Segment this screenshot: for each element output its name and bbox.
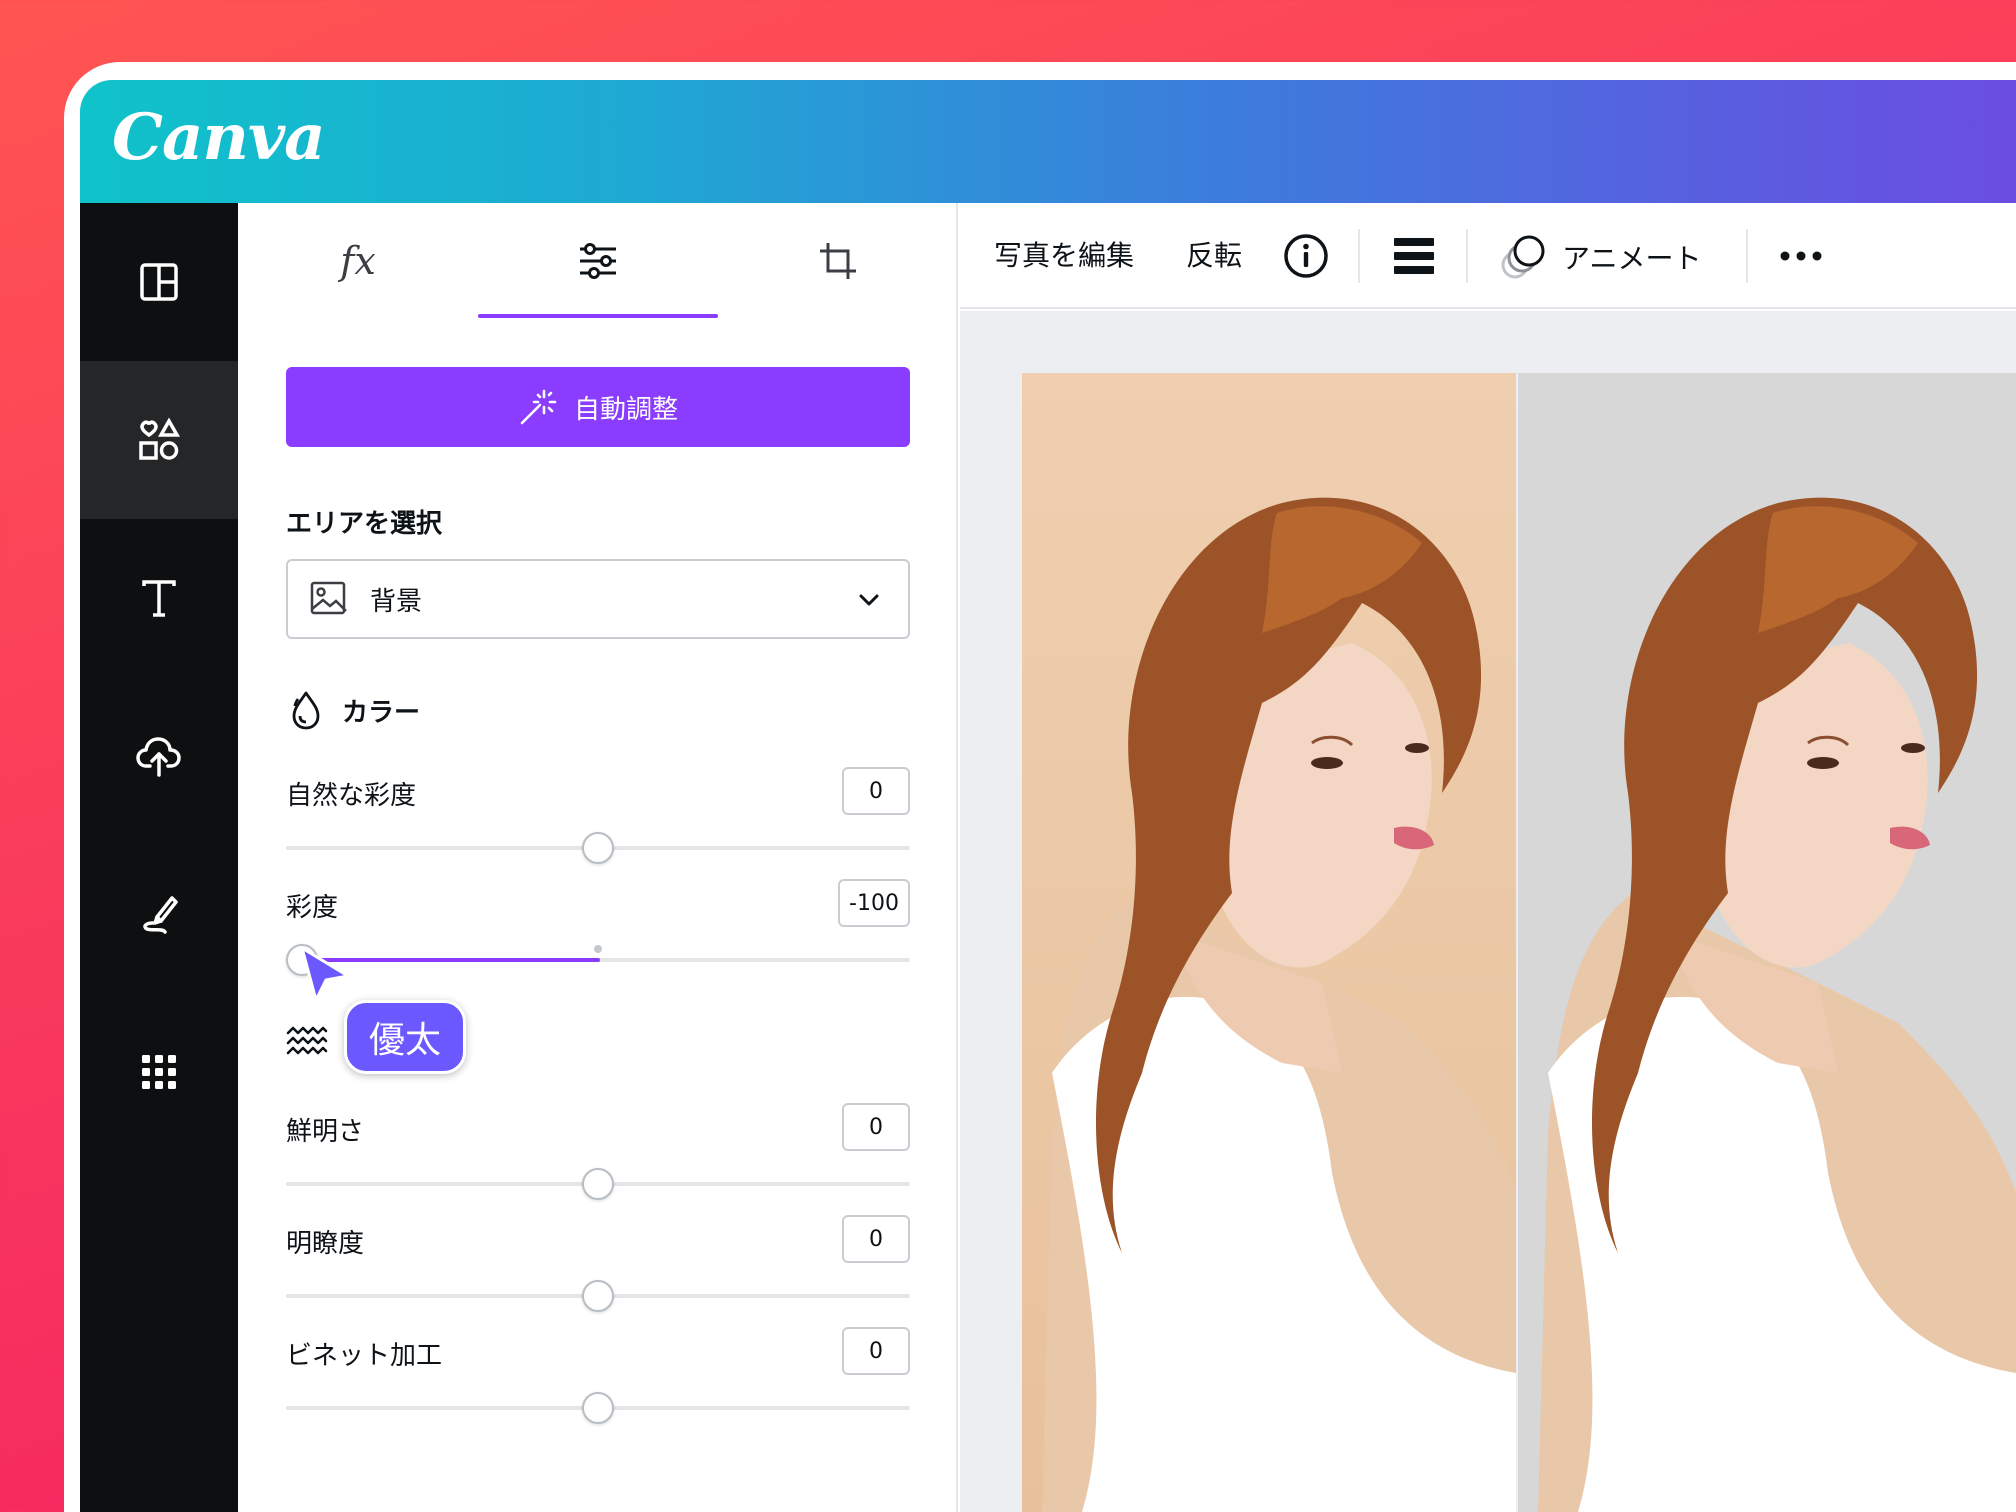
toolbar-divider [1746, 229, 1748, 283]
auto-adjust-button[interactable]: 自動調整 [286, 367, 910, 447]
clarity-value-input[interactable]: 0 [842, 1215, 910, 1263]
texture-section-header [286, 1025, 328, 1061]
sidebar-rail [80, 203, 238, 1512]
portrait-illustration [1022, 373, 1516, 1512]
sidebar-item-uploads[interactable] [80, 677, 238, 835]
magic-wand-icon [520, 389, 557, 425]
sidebar-item-design[interactable] [80, 203, 238, 361]
portrait-illustration [1518, 373, 2016, 1512]
chevron-down-icon [859, 594, 879, 606]
sharpness-slider-knob[interactable] [582, 1168, 614, 1200]
saturation-value-input[interactable]: -100 [838, 879, 910, 927]
vibrance-value-input[interactable]: 0 [842, 767, 910, 815]
area-select-value: 背景 [370, 586, 423, 617]
text-icon [142, 580, 176, 617]
title-bar [80, 80, 2016, 203]
animate-icon [1501, 235, 1545, 279]
vignette-value-input[interactable]: 0 [842, 1327, 910, 1375]
editor-toolbar: 写真を編集 反転 アニメート [960, 203, 2016, 309]
tab-adjust[interactable] [478, 203, 718, 319]
sidebar-item-elements[interactable] [80, 361, 238, 519]
collaborator-name-tag: 優太 [344, 1000, 467, 1074]
upload-cloud-icon [136, 737, 181, 777]
vignette-slider-knob[interactable] [582, 1392, 614, 1424]
sharpness-value-input[interactable]: 0 [842, 1103, 910, 1151]
more-icon[interactable] [1778, 241, 1824, 271]
slider-label-clarity: 明瞭度 [286, 1229, 365, 1259]
saturation-center-mark [594, 945, 602, 953]
color-drop-icon [292, 691, 320, 730]
color-section-title: カラー [342, 697, 421, 728]
draw-pen-icon [143, 896, 178, 934]
canva-logo[interactable]: Canva [112, 96, 326, 180]
toolbar-divider [1358, 229, 1360, 283]
image-icon [310, 581, 347, 615]
color-section-header: カラー [286, 689, 420, 731]
layout-template-icon [140, 263, 178, 301]
area-select-title: エリアを選択 [286, 509, 443, 539]
slider-label-saturation: 彩度 [286, 893, 339, 923]
animate-button[interactable]: アニメート [1498, 229, 1738, 285]
info-icon[interactable] [1282, 232, 1330, 280]
flip-button[interactable]: 反転 [1186, 203, 1242, 309]
active-tab-indicator [478, 314, 718, 318]
sidebar-item-apps[interactable] [80, 993, 238, 1151]
clarity-slider-knob[interactable] [582, 1280, 614, 1312]
vibrance-slider-knob[interactable] [582, 832, 614, 864]
collaborator-cursor-icon [300, 946, 350, 1002]
edit-photo-button[interactable]: 写真を編集 [994, 203, 1134, 309]
toolbar-divider [1466, 229, 1468, 283]
texture-waves-icon [286, 1026, 328, 1055]
elements-shapes-icon [139, 417, 181, 460]
adjust-panel: fx 自動調整 エリアを選択 背景 カラー 自然な彩度 0 彩度 -100 鮮明… [238, 203, 958, 1512]
animate-label: アニメート [1562, 242, 1702, 275]
sidebar-item-draw[interactable] [80, 835, 238, 993]
effects-icon: fx [340, 239, 376, 283]
tab-crop[interactable] [718, 203, 958, 319]
crop-icon [820, 243, 856, 279]
sidebar-filler [80, 1151, 238, 1512]
apps-grid-icon [142, 1055, 176, 1089]
auto-adjust-label: 自動調整 [573, 394, 678, 425]
slider-label-sharpness: 鮮明さ [286, 1117, 365, 1147]
slider-label-vignette: ビネット加工 [286, 1341, 443, 1371]
slider-label-vibrance: 自然な彩度 [286, 781, 417, 811]
photo-desaturated-background[interactable] [1518, 373, 2016, 1512]
tab-effects[interactable]: fx [238, 203, 478, 319]
area-select-dropdown[interactable]: 背景 [286, 559, 910, 639]
sidebar-item-text[interactable] [80, 519, 238, 677]
position-layers-icon[interactable] [1392, 236, 1436, 276]
photo-original[interactable] [1022, 373, 1516, 1512]
adjust-sliders-icon [580, 243, 616, 279]
